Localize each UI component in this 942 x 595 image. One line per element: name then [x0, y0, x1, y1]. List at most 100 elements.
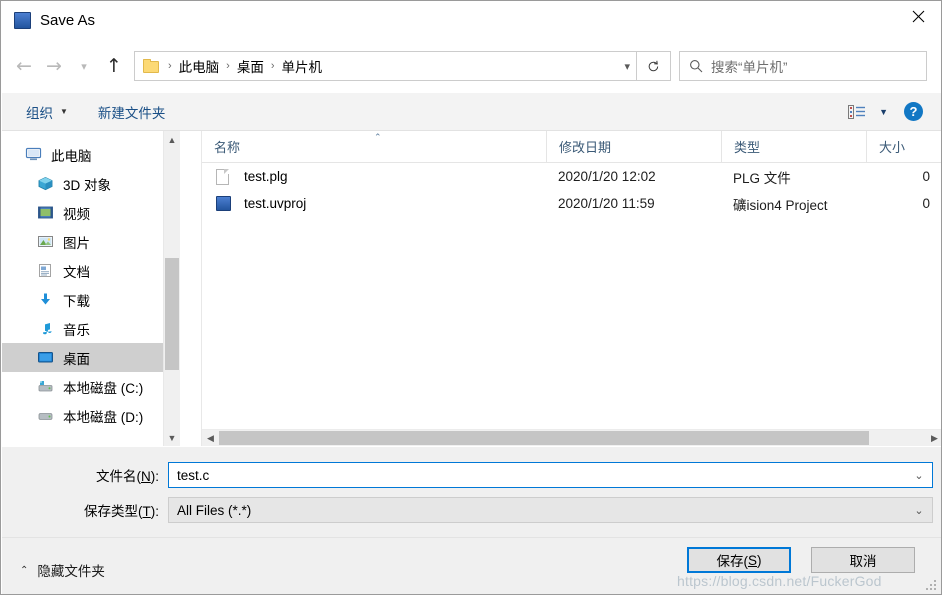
music-icon — [36, 320, 54, 337]
watermark-text: https://blog.csdn.net/FuckerGod — [677, 573, 882, 589]
list-view-icon[interactable] — [842, 102, 871, 122]
sidebar-scrollbar[interactable]: ▲ ▼ — [163, 131, 180, 446]
folder-icon — [143, 59, 160, 73]
arrow-left-icon: ← — [16, 57, 32, 76]
refresh-button[interactable] — [637, 51, 671, 81]
arrow-up-icon: ↑ — [106, 57, 122, 76]
chevron-down-icon[interactable]: ▾ — [624, 60, 630, 73]
sidebar-item-9[interactable]: 本地磁盘 (D:) — [2, 401, 180, 430]
3d-objects-icon — [36, 175, 54, 192]
sidebar-item-label: 下载 — [63, 290, 90, 310]
chevron-down-icon[interactable]: ▼ — [164, 429, 180, 446]
breadcrumb-separator: › — [164, 61, 176, 72]
sidebar-item-7[interactable]: 桌面 — [2, 343, 180, 372]
file-date-cell: 2020/1/20 11:59 — [546, 196, 721, 211]
filename-label-key: N — [141, 469, 151, 484]
breadcrumb-separator: › — [267, 61, 279, 72]
sidebar-item-2[interactable]: 视频 — [2, 198, 180, 227]
sidebar-item-0[interactable]: 此电脑 — [2, 140, 180, 169]
column-header-size[interactable]: 大小 — [866, 131, 938, 162]
file-list-horizontal-scrollbar[interactable]: ◀ ▶ — [202, 429, 942, 446]
chevron-down-icon: ▼ — [60, 108, 68, 116]
sidebar-item-label: 桌面 — [63, 348, 90, 368]
close-icon[interactable] — [895, 1, 941, 31]
filetype-label-key: T — [143, 504, 151, 519]
file-size-cell: 0 — [866, 169, 938, 184]
column-header-label: 类型 — [734, 137, 760, 156]
back-button[interactable]: ← — [9, 51, 39, 81]
sidebar-item-4[interactable]: 文档 — [2, 256, 180, 285]
title-bar: Save As — [1, 1, 941, 39]
drive-c-icon — [36, 378, 54, 395]
file-type-cell: 礦ision4 Project — [721, 194, 866, 214]
cancel-label: 取消 — [850, 550, 877, 570]
filetype-value: All Files (*.*) — [169, 503, 906, 518]
breadcrumb-item-1[interactable]: 桌面 — [234, 56, 267, 76]
sidebar-item-3[interactable]: 图片 — [2, 227, 180, 256]
sidebar-item-label: 3D 对象 — [63, 174, 111, 194]
chevron-left-icon[interactable]: ◀ — [202, 433, 219, 444]
documents-icon — [36, 262, 54, 279]
help-button[interactable]: ? — [904, 102, 923, 121]
sort-ascending-icon: ⌃ — [374, 132, 382, 143]
filetype-label-pre: 保存类型( — [84, 504, 143, 519]
computer-icon — [24, 146, 42, 163]
filetype-select[interactable]: All Files (*.*) ⌄ — [168, 497, 933, 523]
scrollbar-thumb[interactable] — [219, 431, 869, 445]
column-header-label: 名称 — [214, 137, 240, 156]
column-header-date[interactable]: 修改日期 — [546, 131, 721, 162]
filename-label-pre: 文件名( — [96, 469, 141, 484]
desktop-icon — [36, 349, 54, 366]
filename-row: 文件名(N): test.c ⌄ — [2, 462, 942, 488]
sidebar-item-8[interactable]: 本地磁盘 (C:) — [2, 372, 180, 401]
toolbar-right-group: ▼ ? — [842, 102, 923, 122]
navigation-bar: ← → ▾ ↑ › 此电脑 › 桌面 › 单片机 ▾ 搜索“单片机” — [1, 41, 941, 91]
save-button[interactable]: 保存(S) — [687, 547, 791, 573]
sidebar-item-label: 视频 — [63, 203, 90, 223]
filename-label: 文件名(N): — [2, 465, 168, 485]
chevron-down-icon[interactable]: ⌄ — [906, 504, 932, 517]
file-name-cell: test.plg — [202, 168, 546, 186]
breadcrumb-separator: › — [222, 61, 234, 72]
scrollbar-track[interactable] — [219, 430, 926, 446]
pictures-icon — [36, 233, 54, 250]
cancel-button[interactable]: 取消 — [811, 547, 915, 573]
sidebar-item-5[interactable]: 下载 — [2, 285, 180, 314]
new-folder-button[interactable]: 新建文件夹 — [90, 98, 174, 126]
breadcrumb-item-2[interactable]: 单片机 — [279, 56, 326, 76]
breadcrumb-item-0[interactable]: 此电脑 — [176, 56, 223, 76]
resize-grip[interactable] — [926, 580, 938, 592]
sidebar-item-1[interactable]: 3D 对象 — [2, 169, 180, 198]
uvision-file-icon — [216, 195, 234, 213]
scrollbar-thumb[interactable] — [165, 258, 179, 370]
table-row[interactable]: test.plg 2020/1/20 12:02 PLG 文件 0 — [202, 163, 942, 190]
chevron-up-icon[interactable]: ▲ — [164, 131, 180, 148]
chevron-down-icon[interactable]: ⌄ — [906, 469, 932, 482]
up-button[interactable]: ↑ — [99, 51, 129, 81]
view-options-chevron-down-icon[interactable]: ▼ — [879, 107, 888, 117]
filetype-label: 保存类型(T): — [2, 500, 168, 520]
file-size-cell: 0 — [866, 196, 938, 211]
sidebar-item-6[interactable]: 音乐 — [2, 314, 180, 343]
column-header-name[interactable]: 名称 ⌃ — [202, 131, 546, 162]
drive-d-icon — [36, 407, 54, 424]
search-input[interactable]: 搜索“单片机” — [679, 51, 927, 81]
recent-locations-button[interactable]: ▾ — [69, 51, 99, 81]
command-toolbar: 组织 ▼ 新建文件夹 ▼ ? — [2, 93, 942, 131]
hide-folders-label: 隐藏文件夹 — [37, 560, 105, 580]
breadcrumb[interactable]: › 此电脑 › 桌面 › 单片机 ▾ — [134, 51, 637, 81]
table-row[interactable]: test.uvproj 2020/1/20 11:59 礦ision4 Projec… — [202, 190, 942, 217]
filename-input[interactable]: test.c ⌄ — [168, 462, 933, 488]
file-rows: test.plg2020/1/20 12:02PLG 文件0test.uvpro… — [202, 163, 942, 217]
organize-button[interactable]: 组织 ▼ — [18, 98, 76, 126]
forward-button[interactable]: → — [39, 51, 69, 81]
sidebar-item-label: 本地磁盘 (C:) — [63, 377, 143, 397]
hide-folders-button[interactable]: ⌃ 隐藏文件夹 — [20, 560, 105, 580]
column-header-type[interactable]: 类型 — [721, 131, 866, 162]
file-list-pane: 名称 ⌃ 修改日期 类型 大小 test.plg 2020/1/20 12:02 P… — [201, 131, 942, 446]
file-type-cell: PLG 文件 — [721, 167, 866, 187]
downloads-icon — [36, 291, 54, 308]
chevron-right-icon[interactable]: ▶ — [926, 433, 942, 444]
search-placeholder: 搜索“单片机” — [711, 56, 788, 76]
file-name-label: test.uvproj — [244, 196, 306, 211]
